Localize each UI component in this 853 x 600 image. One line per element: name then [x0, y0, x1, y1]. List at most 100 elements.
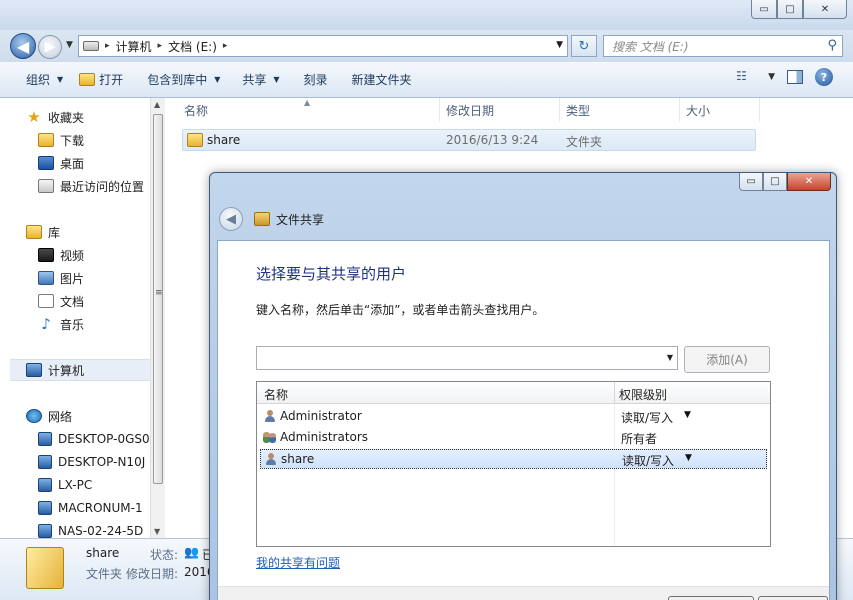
dialog-back-button[interactable]: ◀: [219, 207, 243, 231]
computer-icon: [38, 432, 52, 446]
star-icon: ★: [27, 108, 41, 126]
dialog-maximize-button[interactable]: □: [763, 173, 787, 191]
permission-dropdown-icon[interactable]: ▼: [685, 453, 692, 463]
user-row[interactable]: Administrator 读取/写入 ▼: [260, 407, 767, 427]
new-folder-button[interactable]: 新建文件夹: [344, 68, 420, 92]
nav-scrollbar[interactable]: ▲ ≡ ▼: [150, 98, 165, 538]
burn-label: 刻录: [303, 73, 328, 87]
nav-computer[interactable]: 计算机: [10, 359, 150, 381]
nav-pictures-label: 图片: [60, 271, 85, 286]
nav-computer-label: 计算机: [48, 363, 85, 378]
new-folder-label: 新建文件夹: [351, 73, 412, 87]
chevron-down-icon: ▼: [214, 75, 221, 84]
chevron-down-icon: ▼: [273, 75, 280, 84]
navigation-pane: ★ 收藏夹 下载 桌面 最近访问的位置 库 视频 图片 文档 ♪ 音乐 计算机 网络: [0, 98, 150, 538]
organize-button[interactable]: 组织 ▼: [18, 68, 71, 92]
scroll-up-icon[interactable]: ▲: [154, 100, 160, 109]
include-in-library-label: 包含到库中: [147, 73, 208, 87]
pictures-icon: [38, 271, 54, 285]
folder-icon: [26, 547, 64, 589]
dialog-minimize-button[interactable]: ▭: [739, 173, 763, 191]
user-name: Administrators: [280, 430, 369, 444]
toolbar-right: ☷ ▼ ?: [736, 68, 833, 86]
search-input[interactable]: 搜索 文档 (E:) ⚲: [603, 35, 843, 57]
share-confirm-button[interactable]: [668, 596, 754, 600]
chevron-down-icon[interactable]: ▼: [667, 353, 673, 362]
column-header-name[interactable]: 名称: [264, 386, 288, 403]
address-bar[interactable]: ▸ 计算机 ▸ 文档 (E:) ▸ ▼: [78, 35, 568, 57]
library-icon: [26, 225, 42, 239]
user-row-selected[interactable]: share 读取/写入 ▼: [260, 449, 767, 469]
column-divider[interactable]: [614, 382, 615, 404]
user-icon: [265, 453, 276, 466]
back-button[interactable]: ◀: [10, 33, 36, 59]
explorer-titlebar: ▭ □ ✕: [0, 0, 853, 30]
refresh-button[interactable]: ↻: [571, 35, 597, 57]
dialog-instruction: 键入名称，然后单击“添加”，或者单击箭头查找用户。: [256, 303, 545, 317]
user-name-combobox[interactable]: ▼: [256, 346, 678, 370]
user-row[interactable]: Administrators 所有者: [260, 428, 767, 448]
dialog-body: 选择要与其共享的用户 键入名称，然后单击“添加”，或者单击箭头查找用户。 ▼ 添…: [217, 240, 830, 600]
preview-pane-icon[interactable]: [787, 70, 803, 84]
nav-libraries-label: 库: [48, 225, 61, 240]
scroll-down-icon[interactable]: ▼: [154, 527, 160, 536]
computer-icon: [38, 478, 52, 492]
documents-icon: [38, 294, 54, 308]
add-button-label: 添加(A): [706, 353, 748, 367]
breadcrumb-separator[interactable]: ▸: [223, 41, 228, 51]
recent-places-icon: [38, 179, 54, 193]
cancel-button[interactable]: [758, 596, 828, 600]
add-user-button[interactable]: 添加(A): [684, 346, 770, 373]
permission-dropdown-icon[interactable]: ▼: [684, 410, 691, 420]
address-dropdown-icon[interactable]: ▼: [556, 40, 563, 50]
breadcrumb-separator[interactable]: ▸: [158, 41, 163, 51]
help-icon[interactable]: ?: [815, 68, 833, 86]
details-type: 文件夹: [86, 567, 123, 581]
scroll-grip-icon: ≡: [155, 288, 163, 298]
nav-desktop-label: 桌面: [60, 156, 85, 171]
close-button[interactable]: ✕: [803, 0, 847, 19]
file-modified: 2016/6/13 9:24: [446, 133, 539, 147]
breadcrumb-computer[interactable]: 计算机: [116, 38, 152, 55]
forward-button[interactable]: ▶: [38, 35, 62, 59]
breadcrumb-drive-e[interactable]: 文档 (E:): [168, 38, 217, 55]
breadcrumb-separator[interactable]: ▸: [105, 41, 110, 51]
explorer-caption-buttons: ▭ □ ✕: [751, 0, 847, 19]
dialog-heading: 选择要与其共享的用户: [256, 265, 407, 283]
minimize-button[interactable]: ▭: [751, 0, 777, 19]
file-sharing-dialog: ▭ □ ✕ ◀ 文件共享 选择要与其共享的用户 键入名称，然后单击“添加”，或者…: [209, 172, 837, 600]
file-row[interactable]: share 2016/6/13 9:24 文件夹: [182, 129, 756, 151]
view-chevron-down-icon[interactable]: ▼: [768, 72, 775, 82]
burn-button[interactable]: 刻录: [296, 68, 336, 92]
maximize-button[interactable]: □: [777, 0, 803, 19]
details-name: share: [86, 546, 120, 560]
column-header-type[interactable]: 类型: [560, 98, 680, 122]
open-button[interactable]: 打开: [71, 68, 131, 92]
user-permission[interactable]: 读取/写入: [621, 409, 673, 426]
share-button[interactable]: 共享 ▼: [234, 68, 287, 92]
details-state-label: 状态:: [150, 548, 179, 562]
arrow-right-icon: ▶: [44, 39, 56, 55]
column-header-modified[interactable]: 修改日期: [440, 98, 560, 122]
column-name-label: 名称: [184, 103, 209, 118]
nav-host-label: DESKTOP-0GS0: [58, 432, 150, 446]
user-permission[interactable]: 读取/写入: [622, 452, 674, 469]
organize-label: 组织: [26, 73, 51, 87]
scrollbar-thumb[interactable]: [153, 114, 163, 484]
downloads-folder-icon: [38, 133, 54, 147]
file-type: 文件夹: [566, 135, 603, 149]
chevron-down-icon: ▼: [57, 75, 64, 84]
sharing-trouble-link[interactable]: 我的共享有问题: [256, 554, 340, 571]
column-header-permission[interactable]: 权限级别: [619, 386, 667, 403]
column-header-size[interactable]: 大小: [680, 98, 760, 122]
column-header-name[interactable]: 名称: [178, 98, 440, 122]
nav-host-label: DESKTOP-N10J: [58, 455, 146, 469]
recent-pages-dropdown[interactable]: ▼: [66, 40, 73, 50]
details-modified-label: 修改日期:: [126, 567, 179, 581]
search-icon[interactable]: ⚲: [827, 38, 837, 53]
user-permission: 所有者: [621, 432, 658, 446]
dialog-close-button[interactable]: ✕: [787, 173, 831, 191]
arrow-left-icon: ◀: [16, 36, 30, 56]
view-options-icon[interactable]: ☷: [736, 69, 756, 85]
include-in-library-button[interactable]: 包含到库中 ▼: [139, 68, 228, 92]
